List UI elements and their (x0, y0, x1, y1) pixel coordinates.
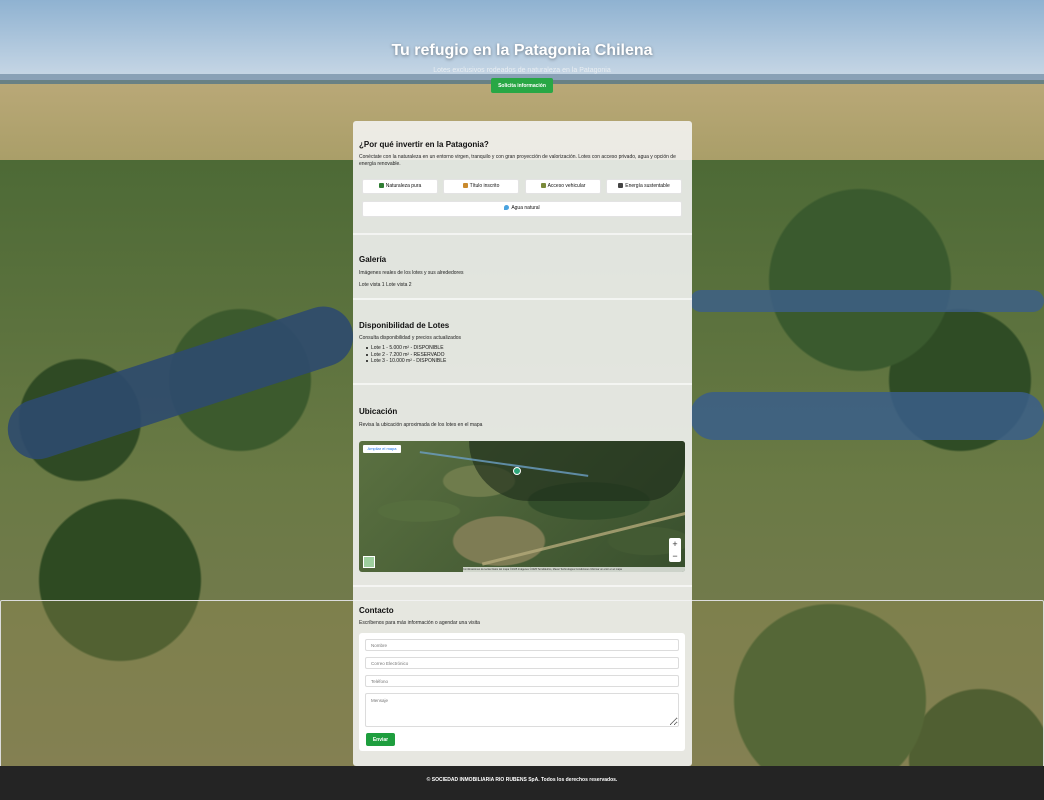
section-divider (353, 383, 692, 385)
contact-title: Contacto (359, 606, 394, 615)
name-field[interactable] (365, 639, 679, 651)
gallery-images-alt: Lote vista 1 Lote vista 2 (359, 282, 412, 288)
hero: Tu refugio en la Patagonia Chilena Lotes… (0, 0, 1044, 110)
plug-icon (618, 182, 624, 188)
feature-label: Título inscrito (469, 183, 500, 189)
zoom-controls: + − (669, 538, 681, 562)
feature-naturaleza: Naturaleza pura (362, 179, 438, 194)
availability-section: Disponibilidad de Lotes Consulta disponi… (353, 321, 692, 365)
location-text: Revisa la ubicación aproximada de los lo… (359, 422, 483, 428)
submit-button[interactable]: Enviar (366, 733, 395, 746)
zoom-out-button[interactable]: − (669, 550, 681, 562)
feature-label: Agua natural (511, 205, 540, 211)
enlarge-map-link[interactable]: Ampliar el mapa (363, 445, 401, 453)
footer: © SOCIEDAD INMOBILIARIA RIO RUBENS SpA. … (0, 766, 1044, 800)
location-title: Ubicación (359, 407, 398, 416)
phone-field[interactable] (365, 675, 679, 687)
tree-icon (378, 182, 384, 188)
email-field[interactable] (365, 657, 679, 669)
feature-label: Energía sustentable (625, 183, 670, 189)
contact-text: Escríbenos para más información o agenda… (359, 620, 480, 626)
gallery-title: Galería (359, 255, 387, 264)
availability-title: Disponibilidad de Lotes (359, 321, 450, 330)
section-divider (353, 233, 692, 235)
footer-copyright: © SOCIEDAD INMOBILIARIA RIO RUBENS SpA. … (426, 777, 618, 783)
lot-item: Lote 3 - 10.000 m² - DISPONIBLE (359, 358, 686, 365)
content-panel: ¿Por qué invertir en la Patagonia? Conéc… (353, 121, 692, 766)
location-pin-icon[interactable] (513, 467, 521, 475)
car-icon (540, 182, 546, 188)
water-drop-icon (504, 204, 510, 210)
location-section: Ubicación Revisa la ubicación aproximada… (353, 407, 692, 429)
gallery-section: Galería Imágenes reales de los lotes y s… (353, 255, 692, 289)
feature-agua: Agua natural (362, 201, 682, 217)
hero-title: Tu refugio en la Patagonia Chilena (391, 42, 653, 59)
why-section: ¿Por qué invertir en la Patagonia? Conéc… (353, 140, 692, 168)
section-divider (353, 585, 692, 587)
feature-energia: Energía sustentable (606, 179, 682, 194)
hero-subtitle: Lotes exclusivos rodeados de naturaleza … (433, 67, 611, 74)
lots-list: Lote 1 - 5.000 m² - DISPONIBLE Lote 2 - … (359, 345, 686, 365)
request-info-button[interactable]: Solicita información (491, 78, 553, 93)
gallery-text: Imágenes reales de los lotes y sus alred… (359, 270, 464, 276)
message-field[interactable] (365, 693, 679, 727)
why-title: ¿Por qué invertir en la Patagonia? (359, 140, 489, 149)
feature-titulo: Título inscrito (443, 179, 519, 194)
embedded-map[interactable]: Ampliar el mapa + − Combinaciones de tec… (359, 441, 685, 572)
section-divider (353, 298, 692, 300)
feature-acceso: Acceso vehicular (525, 179, 601, 194)
map-attribution[interactable]: Combinaciones de teclas Datos del mapa ©… (463, 567, 685, 572)
feature-label: Naturaleza pura (385, 183, 422, 189)
feature-label: Acceso vehicular (547, 183, 586, 189)
availability-text: Consulta disponibilidad y precios actual… (359, 335, 462, 341)
contact-form: Enviar (359, 633, 685, 751)
contact-section: Contacto Escríbenos para más información… (353, 606, 692, 627)
document-icon (462, 182, 468, 188)
why-text: Conéctate con la naturaleza en un entorn… (359, 154, 676, 167)
zoom-in-button[interactable]: + (669, 538, 681, 550)
map-type-toggle[interactable] (363, 556, 375, 568)
